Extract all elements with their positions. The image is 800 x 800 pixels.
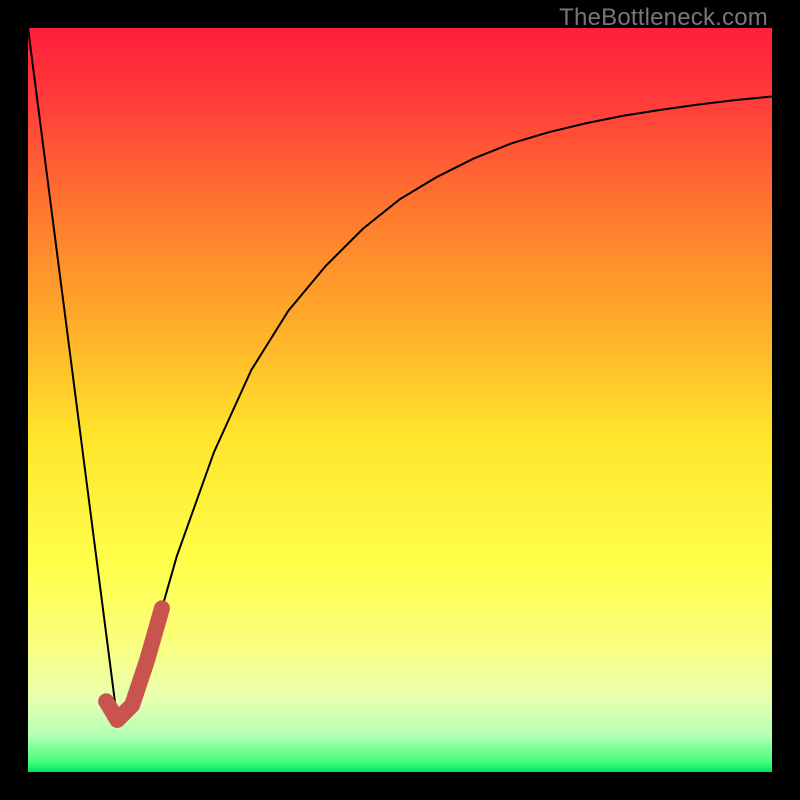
chart-frame: TheBottleneck.com <box>0 0 800 800</box>
plot-area <box>28 28 772 772</box>
gradient-background <box>28 28 772 772</box>
